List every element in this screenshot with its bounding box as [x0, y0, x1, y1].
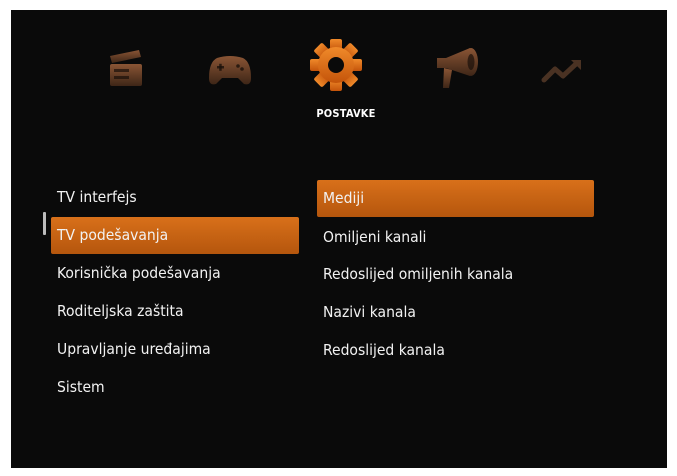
- trending-arrow-icon[interactable]: [541, 58, 583, 84]
- menu-item-roditeljska-zastita[interactable]: Roditeljska zaštita: [51, 293, 299, 330]
- scroll-indicator: [43, 212, 46, 235]
- submenu-item-mediji[interactable]: Mediji: [317, 180, 594, 217]
- menu-item-tv-interfejs[interactable]: TV interfejs: [51, 179, 299, 216]
- submenu-item-redoslijed-kanala[interactable]: Redoslijed kanala: [317, 332, 594, 369]
- menu-item-sistem[interactable]: Sistem: [51, 369, 299, 406]
- menu-item-upravljanje-uredajima[interactable]: Upravljanje uređajima: [51, 331, 299, 368]
- submenu-item-omiljeni-kanali[interactable]: Omiljeni kanali: [317, 219, 594, 256]
- clapperboard-icon[interactable]: [106, 48, 146, 88]
- gamepad-icon[interactable]: [207, 54, 253, 88]
- submenu-item-redoslijed-omiljenih-kanala[interactable]: Redoslijed omiljenih kanala: [317, 256, 594, 293]
- megaphone-icon[interactable]: [434, 46, 482, 90]
- settings-screen: POSTAVKE TV interfejs TV podešavanja Kor…: [11, 10, 667, 468]
- gear-icon[interactable]: [309, 38, 363, 92]
- submenu-item-nazivi-kanala[interactable]: Nazivi kanala: [317, 294, 594, 331]
- menu-item-korisnicka-podesavanja[interactable]: Korisnička podešavanja: [51, 255, 299, 292]
- active-tab-label: POSTAVKE: [316, 107, 376, 120]
- menu-item-tv-podesavanja[interactable]: TV podešavanja: [51, 217, 299, 254]
